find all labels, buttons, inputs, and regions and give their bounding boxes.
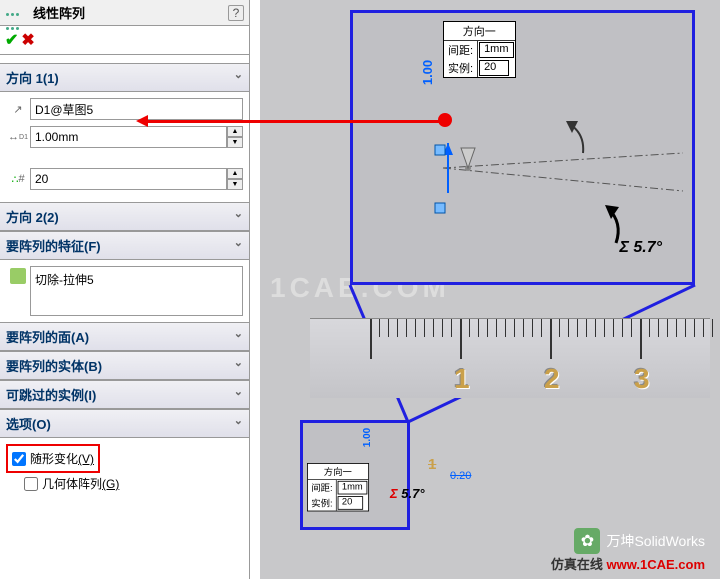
ok-button[interactable]: ✔ (5, 30, 18, 50)
feature-select-icon (6, 266, 30, 286)
direction-ref-icon: ↗ (6, 99, 30, 119)
annotation-endpoint (438, 113, 452, 127)
collapse-icon: ⌄ (234, 356, 243, 369)
count-spinner[interactable]: ▲▼ (227, 168, 243, 190)
collapse-icon: ⌄ (234, 414, 243, 427)
help-button[interactable]: ? (228, 5, 244, 21)
property-panel: 线性阵列 ? ✔ ✖ 方向 1(1) ⌄ ↗ ↔D1 ▲▼ ∴# ▲▼ 方向 2… (0, 0, 250, 579)
panel-action-bar: ✔ ✖ (0, 26, 249, 55)
ruler-angle: Σ 5.7° (390, 486, 425, 501)
count-icon: ∴# (6, 169, 30, 189)
vary-sketch-checkbox[interactable] (12, 452, 26, 466)
panel-title: 线性阵列 (33, 3, 85, 22)
angle-dimension: Σ 5.7° (619, 239, 662, 257)
section-direction1-body: ↗ ↔D1 ▲▼ ∴# ▲▼ (0, 92, 249, 202)
section-features-header[interactable]: 要阵列的特征(F) ⌄ (0, 231, 249, 260)
spacing-spinner[interactable]: ▲▼ (227, 126, 243, 148)
ruler-mark1: 1 (428, 456, 436, 473)
wechat-icon: ✿ (574, 528, 600, 554)
spacing-input[interactable] (30, 126, 227, 148)
highlight-box: 随形变化(V) (6, 444, 100, 473)
section-bodies-header[interactable]: 要阵列的实体(B) ⌄ (0, 351, 249, 380)
section-direction1-title: 方向 1(1) (6, 71, 59, 86)
linear-pattern-icon (5, 5, 29, 21)
ruler-callout-box: 方向一 间距:1mm 实例:20 (307, 463, 369, 511)
section-options-title: 选项(O) (6, 417, 51, 432)
feature-list-item[interactable]: 切除-拉伸5 (35, 271, 238, 288)
ruler-detail-frame: 方向一 间距:1mm 实例:20 (300, 420, 410, 530)
collapse-icon: ⌄ (234, 68, 243, 81)
zoom-detail-frame: 方向一 间距:1mm 实例:20 1.00 Σ 5.7° (350, 10, 695, 285)
geometry-pattern-checkbox[interactable] (24, 477, 38, 491)
geometry-pattern-label: 几何体阵列(G) (42, 475, 119, 492)
collapse-icon: ⌄ (234, 236, 243, 249)
section-direction2-header[interactable]: 方向 2(2) ⌄ (0, 202, 249, 231)
wechat-watermark: ✿ 万坤SolidWorks (574, 528, 705, 554)
section-bodies-title: 要阵列的实体(B) (6, 359, 102, 374)
site-watermark: 仿真在线 www.1CAE.com (551, 554, 705, 573)
ruler-dim2: 0.20 (450, 470, 471, 482)
section-faces-header[interactable]: 要阵列的面(A) ⌄ (0, 322, 249, 351)
annotation-arrow (140, 120, 440, 123)
spacing-icon: ↔D1 (6, 127, 30, 147)
ruler-number-1: 1 (454, 363, 470, 395)
cancel-button[interactable]: ✖ (21, 30, 34, 50)
collapse-icon: ⌄ (234, 207, 243, 220)
feature-item-label: 切除-拉伸5 (35, 271, 94, 288)
vary-sketch-label: 随形变化(V) (30, 450, 94, 467)
section-direction1-header[interactable]: 方向 1(1) ⌄ (0, 63, 249, 92)
section-features-body: 切除-拉伸5 (0, 260, 249, 322)
section-direction2-title: 方向 2(2) (6, 210, 59, 225)
collapse-icon: ⌄ (234, 327, 243, 340)
ruler-dim1: 1.00 (362, 428, 373, 447)
features-listbox[interactable]: 切除-拉伸5 (30, 266, 243, 316)
panel-title-bar: 线性阵列 ? (0, 0, 249, 26)
ruler-number-3: 3 (634, 363, 650, 395)
section-faces-title: 要阵列的面(A) (6, 330, 89, 345)
ruler-number-2: 2 (544, 363, 560, 395)
section-skip-header[interactable]: 可跳过的实例(I) ⌄ (0, 380, 249, 409)
section-skip-title: 可跳过的实例(I) (6, 388, 96, 403)
count-input[interactable] (30, 168, 227, 190)
collapse-icon: ⌄ (234, 385, 243, 398)
section-options-header[interactable]: 选项(O) ⌄ (0, 409, 249, 438)
section-options-body: 随形变化(V) 几何体阵列(G) (0, 438, 249, 500)
section-features-title: 要阵列的特征(F) (6, 239, 101, 254)
ruler-body: document.write(Array.from({length:40},(_… (310, 318, 710, 398)
